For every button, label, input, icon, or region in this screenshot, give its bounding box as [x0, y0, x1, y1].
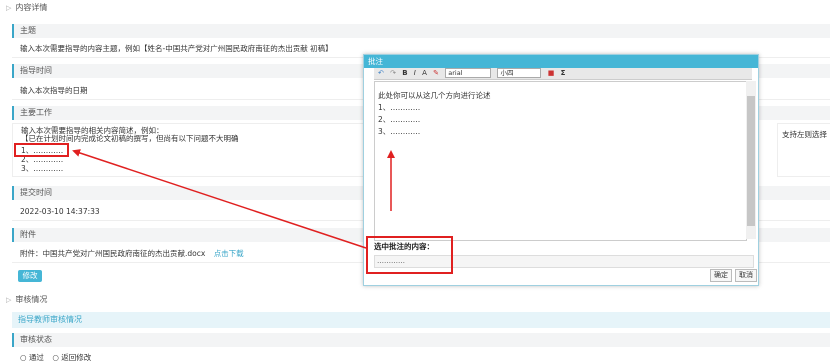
arrow-to-main-work	[72, 149, 367, 249]
annotation-arrows	[72, 149, 395, 249]
